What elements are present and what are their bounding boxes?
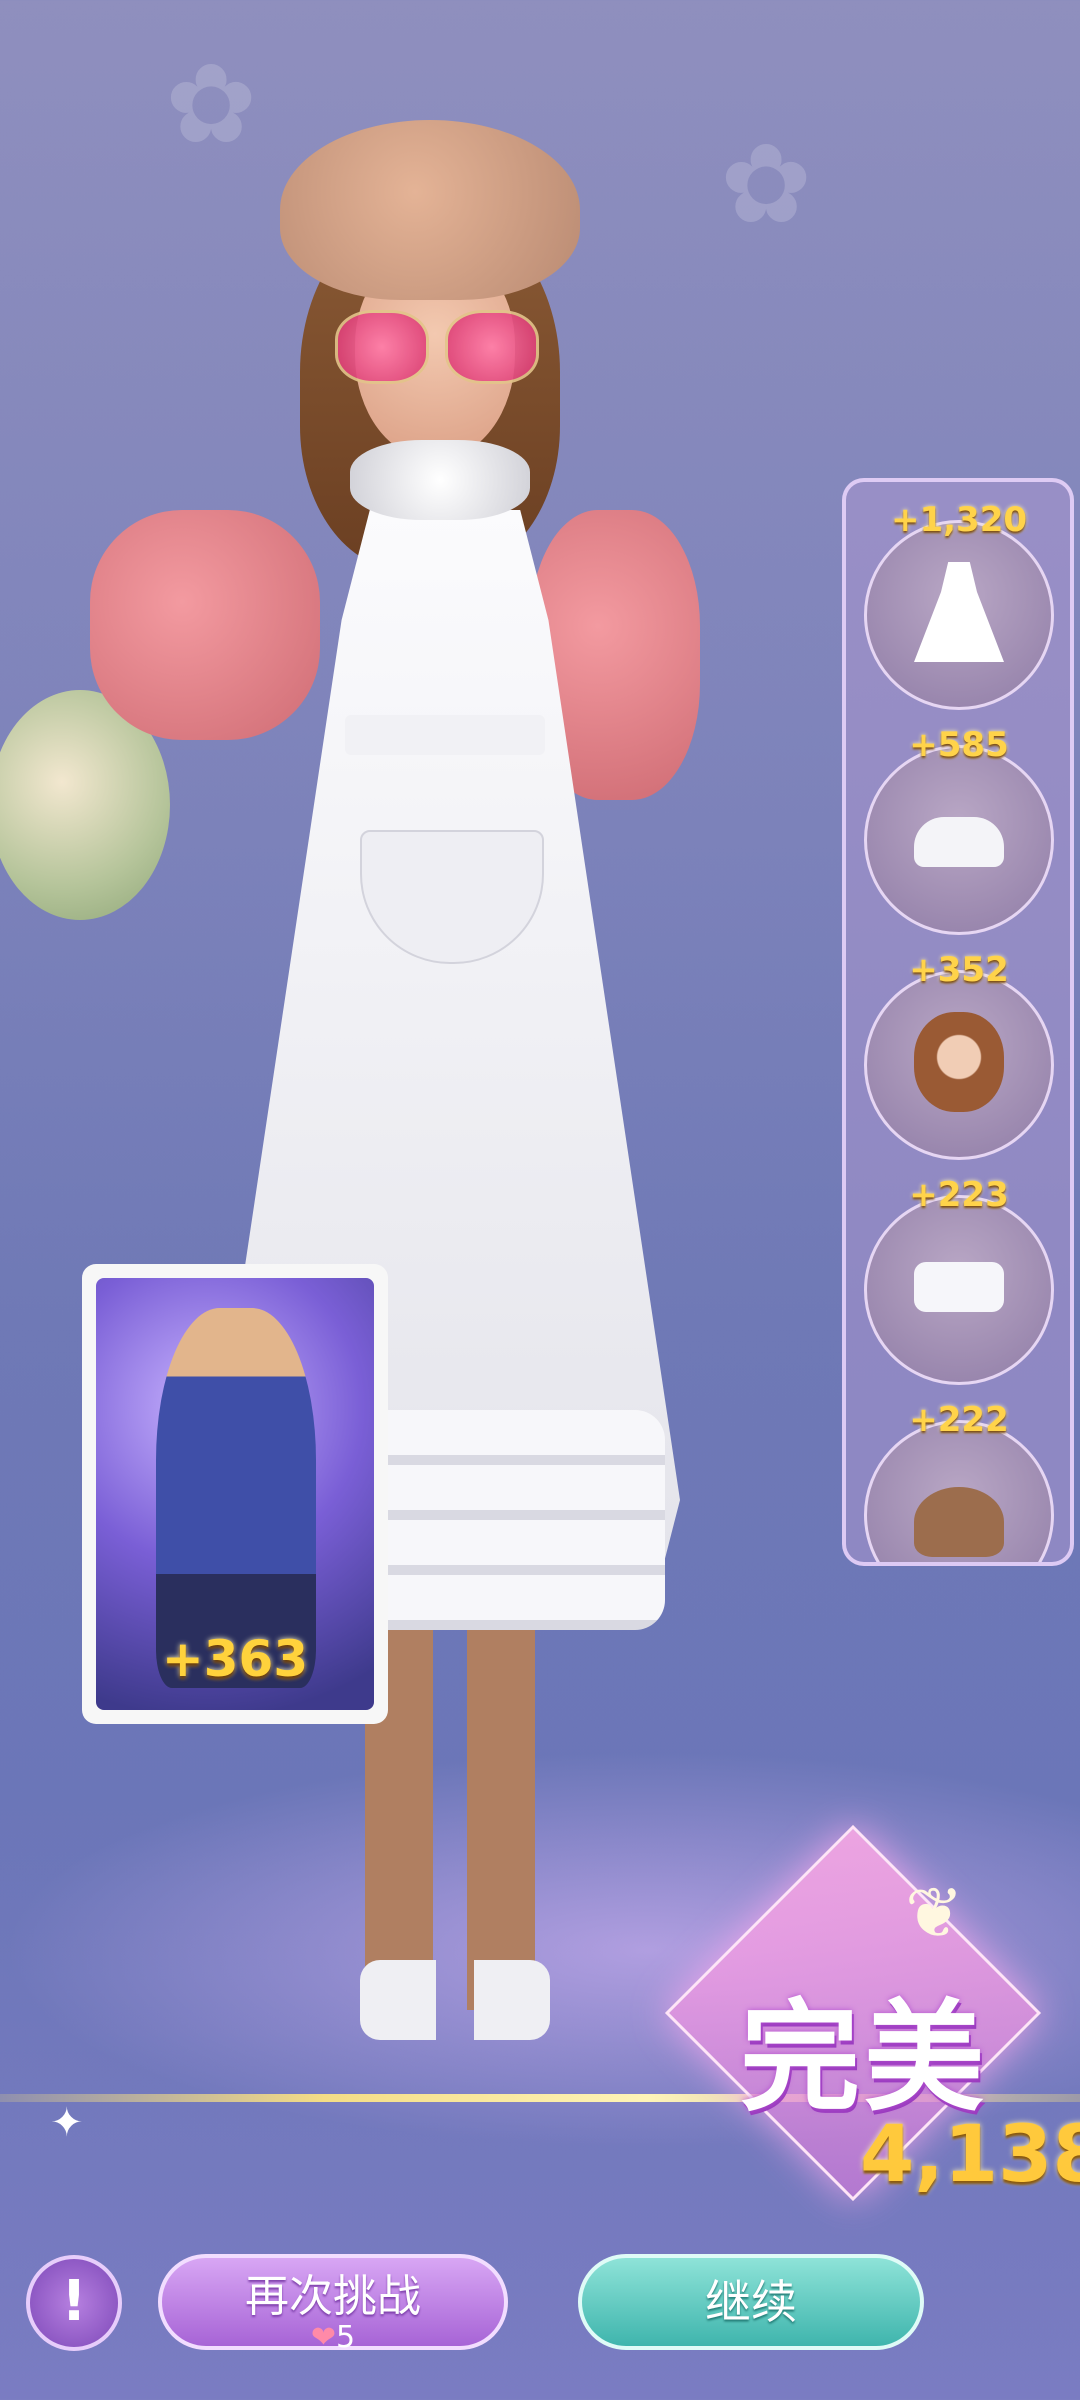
- total-score: 4,138: [860, 2110, 1080, 2200]
- heart-icon: ❤: [310, 2320, 337, 2355]
- retry-cost: ❤5: [162, 2320, 504, 2355]
- companion-card[interactable]: +363: [82, 1264, 388, 1724]
- item-score-hat[interactable]: +222: [864, 1400, 1054, 1562]
- left-sleeve: [90, 510, 320, 740]
- item-score-shoes[interactable]: +585: [864, 725, 1054, 935]
- hair-icon: [914, 1012, 1004, 1112]
- item-score-dress[interactable]: +1,320: [864, 500, 1054, 710]
- continue-label: 继续: [705, 2275, 797, 2329]
- card-art: +363: [96, 1278, 374, 1710]
- sparkle-icon: ✦: [50, 2100, 84, 2146]
- item-score: +1,320: [890, 500, 1028, 540]
- bow-collar: [350, 440, 530, 520]
- beret-hat: [280, 120, 580, 300]
- butterfly-icon: ❦: [905, 1872, 964, 1954]
- belt-icon: [914, 1262, 1004, 1312]
- item-score: +222: [909, 1400, 1009, 1440]
- info-button[interactable]: !: [26, 2255, 122, 2351]
- item-score: +352: [909, 950, 1009, 990]
- shoes-icon: [914, 817, 1004, 867]
- item-score: +585: [909, 725, 1009, 765]
- retry-label: 再次挑战: [245, 2271, 421, 2322]
- shoes: [360, 1960, 550, 2040]
- legs: [365, 1610, 535, 2010]
- item-score-belt[interactable]: +223: [864, 1175, 1054, 1385]
- sunglasses: [335, 310, 539, 384]
- hat-icon: [914, 1487, 1004, 1557]
- item-score-panel[interactable]: +1,320 +585 +352 +223 +222: [842, 478, 1074, 1566]
- continue-button[interactable]: 继续: [578, 2254, 924, 2350]
- item-score-hair[interactable]: +352: [864, 950, 1054, 1160]
- character-model: [0, 110, 800, 2040]
- card-score: +363: [161, 1630, 309, 1688]
- retry-button[interactable]: 再次挑战 ❤5: [158, 2254, 508, 2355]
- rating-text: 完美: [740, 1989, 988, 2128]
- dress-belt: [345, 715, 545, 755]
- exclamation-icon: !: [61, 2269, 87, 2334]
- retry-cost-value: 5: [336, 2320, 356, 2355]
- item-score: +223: [909, 1175, 1009, 1215]
